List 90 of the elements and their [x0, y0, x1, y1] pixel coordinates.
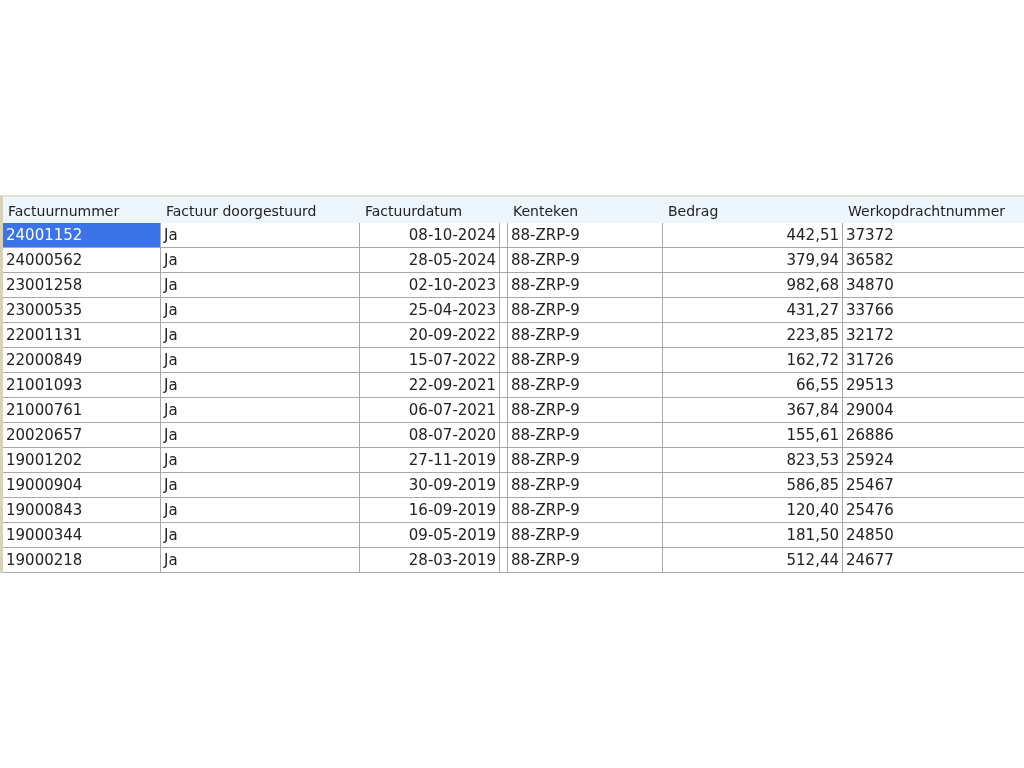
table-cell: 29513 — [843, 373, 1024, 398]
table-cell: Ja — [161, 323, 360, 348]
table-cell: 25-04-2023 — [360, 298, 500, 323]
table-cell: 32172 — [843, 323, 1024, 348]
table-cell: 88-ZRP-9 — [508, 348, 663, 373]
table-cell: Ja — [161, 448, 360, 473]
table-cell: Ja — [161, 398, 360, 423]
table-cell: 25924 — [843, 448, 1024, 473]
column-header[interactable]: Factuurdatum — [360, 197, 500, 223]
table-cell[interactable]: 20020657 — [3, 423, 161, 448]
table-cell[interactable]: 19000344 — [3, 523, 161, 548]
table-cell: Ja — [161, 248, 360, 273]
table-cell: 28-03-2019 — [360, 548, 500, 573]
table-cell[interactable]: 21001093 — [3, 373, 161, 398]
table-cell: Ja — [161, 423, 360, 448]
table-cell: 120,40 — [663, 498, 843, 523]
table-cell: 20-09-2022 — [360, 323, 500, 348]
table-cell: Ja — [161, 298, 360, 323]
table-cell: Ja — [161, 548, 360, 573]
table-cell: Ja — [161, 523, 360, 548]
table-cell: 88-ZRP-9 — [508, 298, 663, 323]
table-cell[interactable]: 19001202 — [3, 448, 161, 473]
table-cell: 88-ZRP-9 — [508, 323, 663, 348]
table-cell: 982,68 — [663, 273, 843, 298]
table-cell: 24677 — [843, 548, 1024, 573]
table-cell[interactable]: 21000761 — [3, 398, 161, 423]
table-cell[interactable]: 24001152 — [3, 223, 161, 248]
table-cell: 25467 — [843, 473, 1024, 498]
table-cell: 823,53 — [663, 448, 843, 473]
table-cell: 28-05-2024 — [360, 248, 500, 273]
table-cell: 88-ZRP-9 — [508, 498, 663, 523]
table-cell: 586,85 — [663, 473, 843, 498]
table-cell: 29004 — [843, 398, 1024, 423]
table-cell: 88-ZRP-9 — [508, 223, 663, 248]
column-header[interactable]: Factuurnummer — [3, 197, 161, 223]
table-cell: 34870 — [843, 273, 1024, 298]
table-cell: 155,61 — [663, 423, 843, 448]
table-cell: 31726 — [843, 348, 1024, 373]
table-cell: 88-ZRP-9 — [508, 523, 663, 548]
table-cell: Ja — [161, 348, 360, 373]
table-cell: 162,72 — [663, 348, 843, 373]
table-cell: 30-09-2019 — [360, 473, 500, 498]
table-cell: 37372 — [843, 223, 1024, 248]
table-cell[interactable]: 22000849 — [3, 348, 161, 373]
table-cell: 88-ZRP-9 — [508, 398, 663, 423]
table-cell: 16-09-2019 — [360, 498, 500, 523]
table-cell: 512,44 — [663, 548, 843, 573]
table-cell: 181,50 — [663, 523, 843, 548]
table-cell: 06-07-2021 — [360, 398, 500, 423]
table-cell: Ja — [161, 273, 360, 298]
table-cell[interactable]: 23000535 — [3, 298, 161, 323]
table-cell[interactable]: 23001258 — [3, 273, 161, 298]
table-cell: 22-09-2021 — [360, 373, 500, 398]
table-cell: 431,27 — [663, 298, 843, 323]
table-cell: 25476 — [843, 498, 1024, 523]
table-cell: Ja — [161, 473, 360, 498]
table-cell: 09-05-2019 — [360, 523, 500, 548]
table-cell: 379,94 — [663, 248, 843, 273]
table-cell[interactable]: 22001131 — [3, 323, 161, 348]
table-cell[interactable]: 24000562 — [3, 248, 161, 273]
table-cell: 88-ZRP-9 — [508, 373, 663, 398]
table-cell: 442,51 — [663, 223, 843, 248]
table-cell: 02-10-2023 — [360, 273, 500, 298]
table-cell: 88-ZRP-9 — [508, 423, 663, 448]
table-cell: 88-ZRP-9 — [508, 473, 663, 498]
table-cell[interactable]: 19000843 — [3, 498, 161, 523]
column-header[interactable]: Factuur doorgestuurd — [161, 197, 360, 223]
table-cell: Ja — [161, 373, 360, 398]
table-cell: 26886 — [843, 423, 1024, 448]
table-cell: 223,85 — [663, 323, 843, 348]
column-header[interactable]: Kenteken — [508, 197, 663, 223]
table-cell: 08-07-2020 — [360, 423, 500, 448]
table-cell: Ja — [161, 223, 360, 248]
table-cell: 367,84 — [663, 398, 843, 423]
table-cell: 88-ZRP-9 — [508, 273, 663, 298]
table-cell: 15-07-2022 — [360, 348, 500, 373]
table-cell: 36582 — [843, 248, 1024, 273]
table-cell: 33766 — [843, 298, 1024, 323]
table-cell: Ja — [161, 498, 360, 523]
table-cell[interactable]: 19000218 — [3, 548, 161, 573]
table-cell[interactable]: 19000904 — [3, 473, 161, 498]
table-cell: 88-ZRP-9 — [508, 548, 663, 573]
table-cell: 66,55 — [663, 373, 843, 398]
table-cell: 88-ZRP-9 — [508, 448, 663, 473]
table-cell: 24850 — [843, 523, 1024, 548]
column-header[interactable]: Bedrag — [663, 197, 843, 223]
table-cell: 08-10-2024 — [360, 223, 500, 248]
table-cell: 88-ZRP-9 — [508, 248, 663, 273]
column-header[interactable]: Werkopdrachtnummer — [843, 197, 1024, 223]
table-cell: 27-11-2019 — [360, 448, 500, 473]
